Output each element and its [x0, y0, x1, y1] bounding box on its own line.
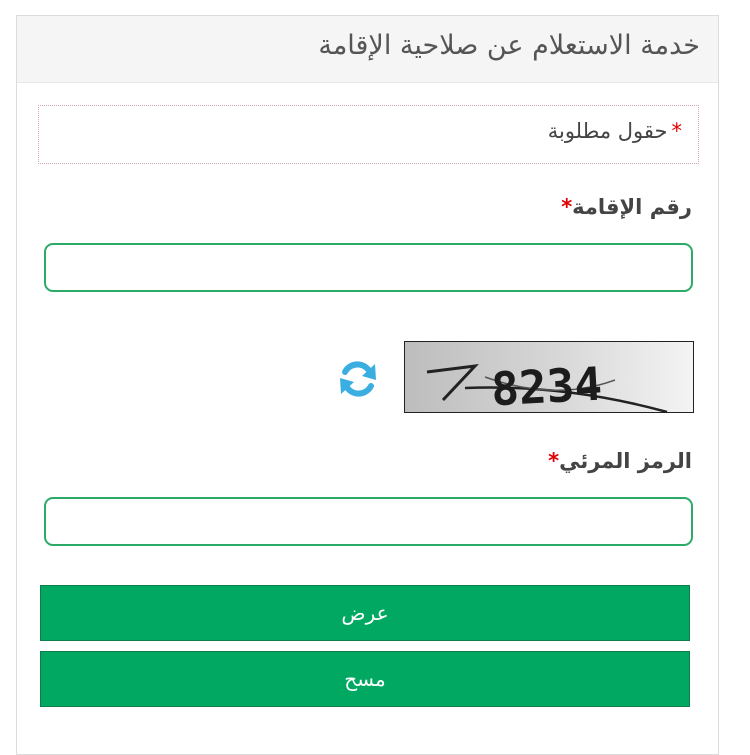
required-star: *	[671, 119, 683, 143]
iqama-number-label: رقم الإقامة*	[557, 195, 692, 219]
required-fields-text: حقول مطلوبة	[547, 119, 668, 143]
required-fields-note: *حقول مطلوبة	[38, 105, 699, 164]
panel-title: خدمة الاستعلام عن صلاحية الإقامة	[318, 30, 700, 61]
captcha-label-text: الرمز المرئي	[559, 449, 692, 473]
iqama-required-star: *	[561, 195, 573, 219]
iqama-number-label-text: رقم الإقامة	[572, 195, 692, 219]
captcha-image: 8234	[404, 341, 694, 413]
panel-header: خدمة الاستعلام عن صلاحية الإقامة	[17, 16, 718, 83]
captcha-label: الرمز المرئي*	[544, 449, 692, 473]
captcha-required-star: *	[548, 449, 560, 473]
captcha-input[interactable]	[44, 497, 693, 546]
inquiry-panel: خدمة الاستعلام عن صلاحية الإقامة *حقول م…	[16, 15, 719, 755]
captcha-graphic: 8234	[426, 357, 668, 413]
submit-button[interactable]: عرض	[40, 585, 690, 641]
refresh-icon	[340, 361, 376, 397]
clear-button[interactable]: مسح	[40, 651, 690, 707]
captcha-code: 8234	[490, 357, 603, 413]
captcha-refresh-button[interactable]	[335, 356, 381, 402]
captcha-noise-stroke-1	[426, 363, 479, 402]
iqama-number-input[interactable]	[44, 243, 693, 292]
